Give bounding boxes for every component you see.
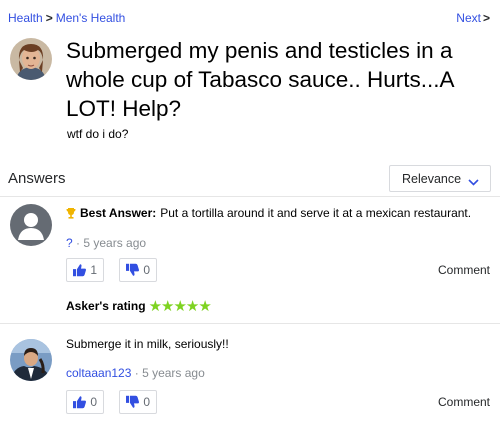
thumbs-down-icon (126, 263, 139, 276)
answer-author[interactable]: coltaaan123 (66, 366, 131, 380)
thumbs-down-button[interactable]: 0 (119, 258, 157, 282)
thumbs-up-button[interactable]: 1 (66, 258, 104, 282)
asker-rating-label: Asker's rating (66, 299, 146, 313)
sort-value: Relevance (402, 172, 462, 186)
next-question-link[interactable]: Next > (456, 11, 490, 25)
breadcrumb-category[interactable]: Health (8, 11, 43, 25)
thumbs-up-icon (73, 396, 86, 409)
breadcrumb: Health > Men's Health (8, 11, 125, 25)
divider (0, 196, 500, 197)
comment-link[interactable]: Comment (438, 263, 490, 277)
rating-stars: ★★★★★ (148, 298, 212, 315)
answer-time: 5 years ago (142, 366, 205, 380)
question-detail: wtf do i do? (67, 127, 129, 141)
thumbs-up-button[interactable]: 0 (66, 390, 104, 414)
downvote-count: 0 (143, 395, 150, 409)
asker-rating: Asker's rating ★★★★★ (66, 297, 212, 315)
thumbs-down-icon (126, 395, 139, 408)
question-avatar[interactable] (10, 38, 52, 80)
answers-heading: Answers (8, 170, 66, 187)
answer-text: Put a tortilla around it and serve it at… (160, 206, 472, 220)
default-user-icon (10, 204, 52, 246)
chevron-down-icon (468, 175, 479, 189)
thumbs-up-icon (73, 264, 86, 277)
comment-link[interactable]: Comment (438, 395, 490, 409)
best-answer-row: Best Answer: Put a tortilla around it and… (66, 206, 471, 222)
answer-text: Submerge it in milk, seriously!! (66, 337, 229, 351)
answer-meta: coltaaan123 · 5 years ago (66, 366, 205, 380)
downvote-count: 0 (143, 263, 150, 277)
sort-select[interactable]: Relevance (389, 165, 491, 192)
answer-meta: ? · 5 years ago (66, 236, 147, 250)
next-chevron-icon: > (482, 11, 490, 25)
user-avatar[interactable] (10, 339, 52, 381)
breadcrumb-subcategory[interactable]: Men's Health (56, 11, 126, 25)
upvote-count: 0 (90, 395, 97, 409)
answer-author[interactable]: ? (66, 236, 73, 250)
divider (0, 323, 500, 324)
thumbs-down-button[interactable]: 0 (119, 390, 157, 414)
answer-time: 5 years ago (83, 236, 147, 250)
upvote-count: 1 (90, 263, 97, 277)
question-title: Submerged my penis and testicles in a wh… (66, 38, 454, 121)
trophy-icon (66, 208, 76, 222)
best-answer-label: Best Answer: (80, 206, 157, 220)
next-label: Next (456, 11, 481, 25)
breadcrumb-separator: > (45, 11, 53, 25)
